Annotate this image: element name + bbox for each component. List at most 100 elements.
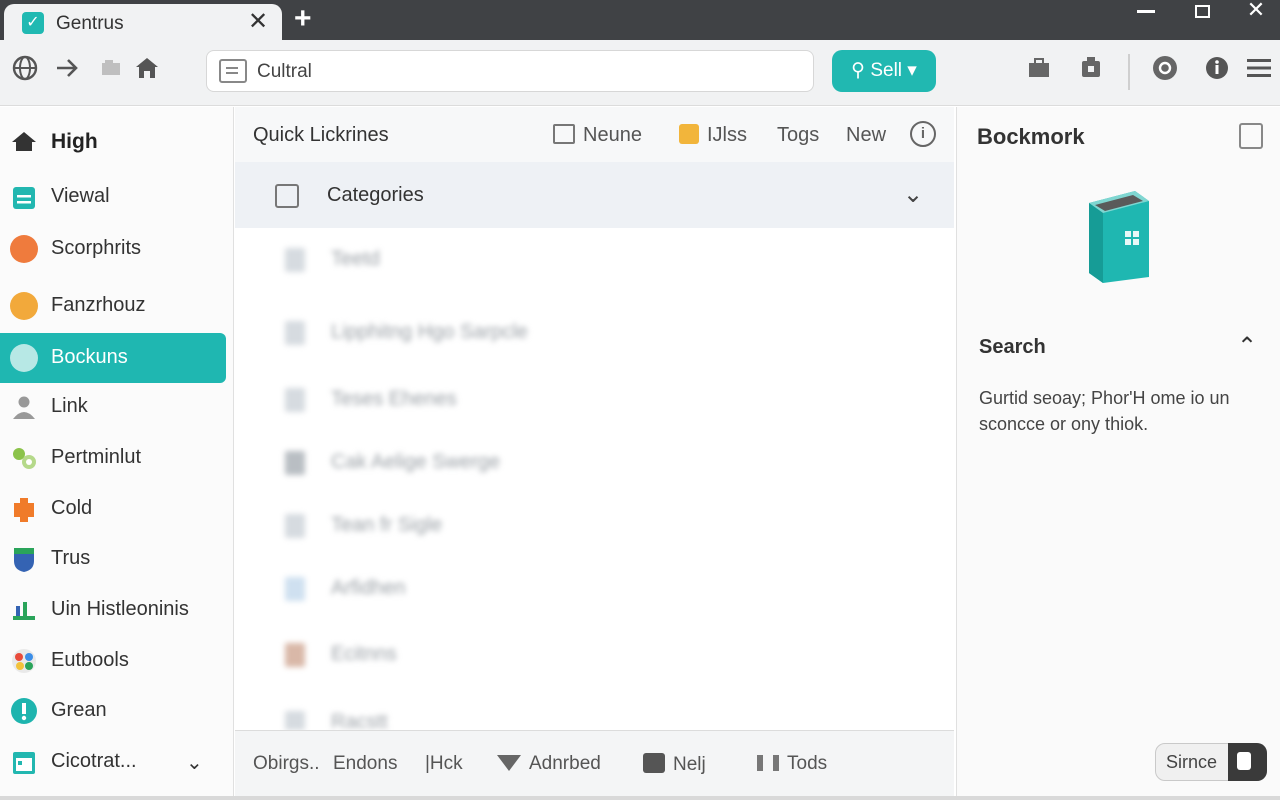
sidebar-item-pertminlut[interactable]: Pertminlut — [0, 433, 226, 483]
new-tab-button[interactable]: + — [294, 2, 312, 36]
sidebar-item-grean[interactable]: Grean — [0, 686, 226, 736]
sidebar-item-cold[interactable]: Cold — [0, 484, 226, 534]
toggle-knob-icon — [1228, 743, 1267, 781]
togs-button[interactable]: Togs — [777, 124, 819, 147]
forward-arrow-icon[interactable] — [52, 54, 82, 88]
sidebar-item-label: Bockuns — [51, 346, 128, 368]
sidebar-item-high[interactable]: High — [0, 117, 226, 167]
close-window-button[interactable]: ✕ — [1236, 0, 1276, 22]
search-section-title: Search — [979, 336, 1046, 358]
profile-circle-icon[interactable] — [1150, 54, 1180, 88]
list-item[interactable]: Arfidhen — [235, 559, 954, 619]
nelj-label: Nelj — [673, 754, 706, 775]
document-icon — [285, 514, 305, 538]
sidebar-item-uin-histleoninis[interactable]: Uin Histleoninis — [0, 585, 226, 635]
document-icon — [285, 321, 305, 345]
yellow-circle-icon — [10, 292, 38, 320]
sidebar-item-label: Pertminlut — [51, 446, 142, 468]
main-footer: Obirgs.. Endons |Hck Adnrbed Nelj Tods — [235, 730, 954, 798]
sidebar-item-label: Cicotrat... — [51, 750, 137, 772]
list-item[interactable]: Teetd — [235, 230, 954, 290]
chart-icon — [10, 596, 38, 624]
palette-icon — [10, 647, 38, 675]
alert-icon — [10, 697, 38, 725]
home-icon[interactable] — [132, 54, 162, 88]
sidebar-item-label: Link — [51, 395, 88, 417]
sidebar-item-trus[interactable]: Trus — [0, 534, 226, 584]
tab-favicon-check-icon: ✓ — [22, 12, 44, 34]
document-icon — [285, 451, 305, 475]
new-button[interactable]: New — [846, 124, 886, 147]
list-item[interactable]: Racstt — [235, 693, 954, 730]
iljss-label: IJlss — [707, 124, 747, 146]
tab-close-button[interactable]: ✕ — [248, 8, 268, 36]
neune-button[interactable]: Neune — [553, 124, 642, 147]
list-item-label: Lipphitng Hgo Sarpcle — [331, 321, 528, 343]
list-item[interactable]: Lipphitng Hgo Sarpcle — [235, 303, 954, 363]
folder-icon[interactable] — [96, 54, 126, 88]
extension-icon[interactable] — [1076, 54, 1106, 88]
list-item[interactable]: Ecitnns — [235, 625, 954, 685]
toolbar: Cultral ⚲ Sell ▾ — [0, 40, 1280, 106]
list-item-label: Cak Aelige Swerge — [331, 451, 500, 473]
menu-icon[interactable] — [1244, 54, 1274, 88]
main-panel: Quick Lickrines Neune IJlss Togs New i C… — [235, 107, 954, 730]
adnrbed-button[interactable]: Adnrbed — [497, 753, 601, 775]
list-item[interactable]: Cak Aelige Swerge — [235, 433, 954, 493]
sidebar-item-label: Grean — [51, 699, 107, 721]
tods-button[interactable]: Tods — [757, 753, 827, 775]
briefcase-icon[interactable] — [1024, 54, 1054, 88]
toolbar-separator — [1128, 54, 1130, 90]
list-item-label: Arfidhen — [331, 577, 406, 599]
sidebar: High Viewal Scorphrits Fanzrhouz Bockuns… — [0, 107, 234, 800]
since-toggle[interactable]: Sirnce — [1155, 743, 1267, 781]
lightbulb-icon — [10, 344, 38, 372]
sidebar-item-label: Cold — [51, 497, 93, 519]
sidebar-item-link[interactable]: Link — [0, 382, 226, 432]
chevron-down-icon[interactable]: ⌄ — [186, 750, 203, 775]
categories-row[interactable]: Categories ⌄ — [235, 162, 954, 228]
molecule-icon — [10, 444, 38, 472]
sidebar-item-label: Trus — [51, 547, 91, 569]
sidebar-item-cicotrat[interactable]: Cicotrat... ⌄ — [0, 737, 226, 787]
info-icon[interactable]: i — [910, 121, 936, 147]
list-item[interactable]: Tean fr Sigle — [235, 496, 954, 556]
info-circle-icon[interactable] — [1202, 54, 1232, 88]
sidebar-item-eutbools[interactable]: Eutbools — [0, 636, 226, 686]
sidebar-item-fanzrhouz[interactable]: Fanzrhouz — [0, 281, 226, 331]
sell-button[interactable]: ⚲ Sell ▾ — [832, 50, 936, 92]
document-icon — [285, 577, 305, 601]
maximize-button[interactable] — [1182, 0, 1222, 22]
since-toggle-label: Sirnce — [1166, 752, 1218, 772]
categories-label: Categories — [327, 184, 424, 206]
obirgs-button[interactable]: Obirgs.. — [253, 753, 320, 775]
sidebar-item-bockuns[interactable]: Bockuns — [0, 333, 226, 383]
address-bar[interactable]: Cultral — [206, 50, 814, 92]
bag-icon — [643, 753, 665, 773]
minimize-button[interactable] — [1126, 0, 1166, 22]
neune-label: Neune — [583, 124, 642, 146]
chevron-up-icon[interactable]: ⌃ — [1237, 332, 1257, 361]
printer-icon — [553, 124, 575, 144]
maximize-icon — [1194, 4, 1210, 18]
sidebar-item-label: Uin Histleoninis — [51, 598, 189, 620]
address-value: Cultral — [257, 61, 312, 82]
title-bar: ✓ Gentrus ✕ + ✕ — [0, 0, 1280, 40]
nelj-button[interactable]: Nelj — [643, 753, 706, 776]
iljss-button[interactable]: IJlss — [679, 124, 747, 147]
browser-tab[interactable]: ✓ Gentrus ✕ — [4, 4, 282, 40]
hck-button[interactable]: |Hck — [425, 753, 463, 775]
chevron-down-icon[interactable]: ⌄ — [903, 180, 923, 209]
sidebar-item-label: Fanzrhouz — [51, 294, 146, 316]
list-item[interactable]: Teses Ehenes — [235, 370, 954, 430]
endons-button[interactable]: Endons — [333, 753, 397, 775]
lock-icon — [679, 124, 699, 144]
sidebar-item-scorphrits[interactable]: Scorphrits — [0, 224, 226, 274]
globe-icon[interactable] — [10, 54, 40, 88]
sidebar-item-viewal[interactable]: Viewal — [0, 172, 226, 222]
panel-toggle-icon[interactable] — [1239, 123, 1263, 149]
document-icon — [285, 711, 305, 730]
list-item-label: Teetd — [331, 248, 380, 270]
adnrbed-label: Adnrbed — [529, 753, 601, 774]
diamond-icon — [497, 755, 521, 771]
